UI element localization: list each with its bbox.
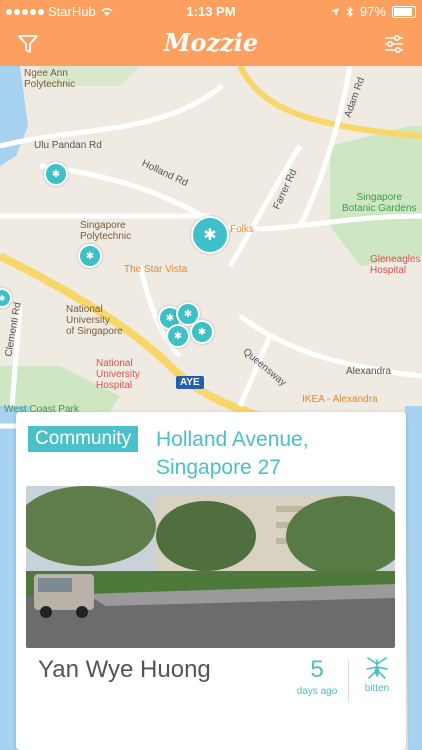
divider [348, 660, 349, 702]
mosquito-marker-selected[interactable]: ✱ [191, 216, 229, 254]
bluetooth-icon [346, 6, 353, 17]
community-badge: Community [28, 426, 139, 452]
status-bar: StarHub 1:13 PM 97% [0, 0, 422, 22]
reporter-name: Yan Wye Huong [38, 656, 211, 683]
map-label-aye: AYE [176, 376, 204, 389]
report-card[interactable]: Community Holland Avenue, Singapore 27 Y… [16, 412, 406, 750]
app-title: Mozzie [163, 28, 259, 57]
battery-percent: 97% [359, 4, 386, 19]
settings-button[interactable] [378, 28, 410, 60]
location-arrow-icon [330, 7, 339, 16]
map-label-ngee-ann: Ngee Ann Polytechnic [24, 68, 76, 90]
mosquito-icon: ✱ [0, 293, 6, 303]
map-label-folks: Folks [230, 224, 254, 235]
report-address: Holland Avenue, Singapore 27 [156, 428, 309, 479]
map-label-alexandra: Alexandra [346, 366, 392, 377]
battery-icon [392, 5, 416, 18]
mosquito-icon: ✱ [51, 168, 61, 180]
settings-sliders-icon [385, 34, 403, 54]
days-count: 5 [310, 656, 324, 683]
mosquito-marker[interactable]: ✱ [44, 162, 68, 186]
mosquito-icon [366, 657, 388, 679]
map-label-ikea: IKEA - Alexandra [302, 394, 378, 405]
map-label-star-vista: The Star Vista [124, 264, 188, 275]
days-label: days ago [296, 686, 338, 697]
map-label-sg-poly: Singapore Polytechnic [80, 220, 132, 242]
bitten-status: bitten [354, 656, 400, 694]
map-label-nus: National University of Singapore [66, 304, 123, 337]
mosquito-marker[interactable]: ✱ [166, 324, 190, 348]
mosquito-icon: ✱ [165, 312, 175, 324]
map-label-nuh: National University Hospital [96, 358, 140, 391]
mosquito-icon: ✱ [85, 250, 95, 262]
mosquito-marker[interactable]: ✱ [190, 320, 214, 344]
map-label-botanic: Singapore Botanic Gardens [342, 192, 417, 214]
mosquito-icon: ✱ [183, 308, 193, 320]
status-label: bitten [364, 683, 390, 694]
map-label-gleneagles: Gleneagles Hospital [370, 254, 421, 276]
nav-bar: Mozzie [0, 22, 422, 66]
map-label-ulu-pandan: Ulu Pandan Rd [34, 140, 102, 151]
status-right: 97% [330, 4, 416, 19]
mosquito-icon: ✱ [203, 227, 217, 244]
mosquito-icon: ✱ [173, 330, 183, 342]
mosquito-marker[interactable]: ✱ [78, 244, 102, 268]
mosquito-icon: ✱ [197, 326, 207, 338]
street-photo [26, 486, 395, 648]
days-ago: 5 days ago [292, 656, 342, 697]
